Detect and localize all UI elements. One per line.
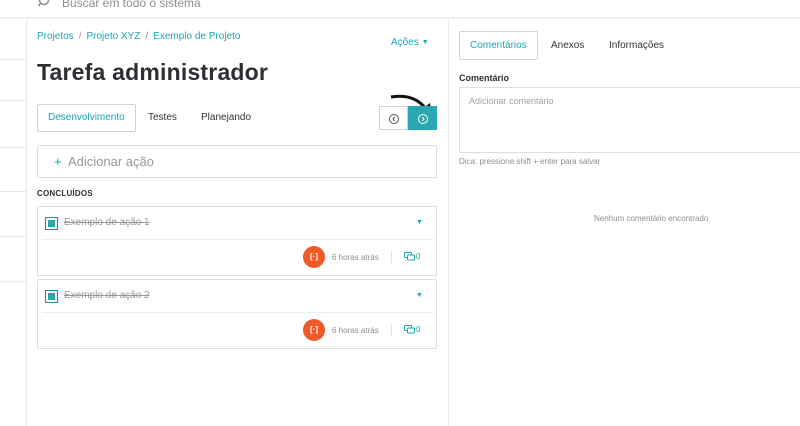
comment-icon [404,325,415,334]
tab-anexos[interactable]: Anexos [551,31,584,60]
task-navigation [379,106,437,130]
breadcrumb-projetos[interactable]: Projetos [37,31,74,42]
separator [391,324,392,336]
breadcrumb-projeto[interactable]: Projeto XYZ [86,31,140,42]
tab-planejando[interactable]: Planejando [201,104,251,132]
comment-count: 0 [416,325,421,334]
sidebar-divider [0,281,27,282]
search-icon [38,0,50,7]
sidebar-divider [0,191,27,192]
checkbox-icon[interactable] [45,217,58,230]
avatar: [·] [303,319,325,341]
sidebar-divider [0,100,27,101]
avatar: [·] [303,246,325,268]
action-name[interactable]: Exemplo de ação 2 [64,290,150,301]
left-sidebar [0,19,27,426]
sidebar-divider [0,59,27,60]
breadcrumb-separator: / [145,31,149,42]
breadcrumb: Projetos / Projeto XYZ / Exemplo de Projeto [37,31,240,42]
action-time: 6 horas atrás [332,326,379,335]
comment-count: 0 [416,252,421,261]
checkbox-icon[interactable] [45,290,58,303]
completed-section-label: CONCLUÍDOS [37,189,93,198]
next-icon [418,114,428,124]
empty-comments-message: Nenhum comentário encontrado [594,214,709,223]
page-title: Tarefa administrador [37,59,269,85]
save-hint: Dica: pressione shift + enter para salva… [459,157,601,166]
separator [391,251,392,263]
tab-desenvolvimento[interactable]: Desenvolvimento [37,104,136,132]
next-task-button[interactable] [408,106,437,130]
tab-comentarios[interactable]: Comentários [459,31,538,60]
history-icon [389,114,399,124]
sidebar-divider [0,236,27,237]
comments-link[interactable]: 0 [404,252,420,261]
action-name[interactable]: Exemplo de ação 1 [64,217,150,228]
search-input[interactable]: Buscar em todo o sistema [62,0,201,10]
plus-icon: + [54,154,62,169]
breadcrumb-exemplo[interactable]: Exemplo de Projeto [153,31,240,42]
previous-task-button[interactable] [379,106,408,130]
tab-informacoes[interactable]: Informações [609,31,664,60]
action-card: Exemplo de ação 2 ▼ [·] 6 horas atrás 0 [37,279,437,349]
comment-label: Comentário [459,73,510,83]
comments-link[interactable]: 0 [404,325,420,334]
action-card: Exemplo de ação 1 ▼ [·] 6 horas atrás 0 [37,206,437,276]
caret-down-icon[interactable]: ▼ [416,219,423,226]
comment-icon [404,252,415,261]
card-divider [42,239,434,240]
comment-placeholder: Adicionar comentário [469,96,554,106]
tab-testes[interactable]: Testes [148,104,177,132]
details-panel: Comentários Anexos Informações Comentári… [448,19,800,426]
breadcrumb-separator: / [78,31,82,42]
actions-label: Ações [391,37,419,48]
sidebar-divider [0,147,27,148]
add-action-input[interactable]: + Adicionar ação [37,145,437,178]
add-action-placeholder: Adicionar ação [68,154,154,169]
caret-down-icon: ▼ [421,39,429,46]
caret-down-icon[interactable]: ▼ [416,292,423,299]
action-time: 6 horas atrás [332,253,379,262]
top-search-bar: Buscar em todo o sistema [0,0,800,18]
comment-textarea[interactable]: Adicionar comentário [459,87,800,153]
actions-dropdown[interactable]: Ações ▼ [391,37,429,48]
task-panel: Projetos / Projeto XYZ / Exemplo de Projeto … [27,19,448,426]
card-divider [42,312,434,313]
